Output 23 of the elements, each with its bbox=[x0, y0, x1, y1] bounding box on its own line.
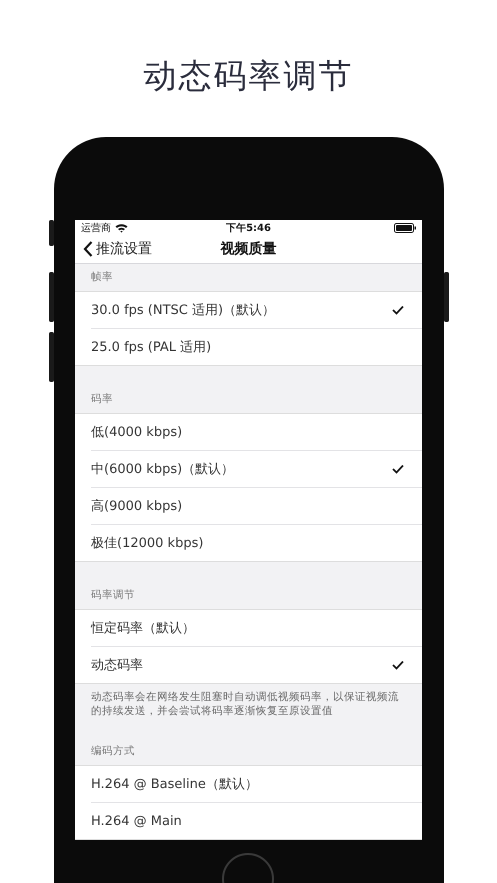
carrier: 运营商 bbox=[81, 222, 111, 235]
option-row[interactable]: 低(4000 kbps) bbox=[91, 414, 422, 451]
option-row[interactable]: 中(6000 kbps)（默认） bbox=[91, 450, 422, 488]
battery-icon bbox=[394, 222, 416, 233]
section-header: 码率调节 bbox=[90, 588, 136, 603]
option-row[interactable]: H.264 @ Baseline（默认） bbox=[91, 766, 422, 803]
section-header: 编码方式 bbox=[90, 744, 136, 759]
option-row[interactable]: 动态码率 bbox=[91, 646, 422, 683]
option-row[interactable]: 恒定码率（默认） bbox=[91, 610, 422, 647]
option-row[interactable]: 30.0 fps (NTSC 适用)（默认） bbox=[91, 292, 422, 329]
section-header: 码率 bbox=[90, 392, 114, 407]
chevron-left-icon bbox=[83, 241, 93, 258]
wifi-icon bbox=[115, 222, 128, 233]
section-footer: 动态码率会在网络发生阻塞时自动调低视频码率，以保证视频流的持续发送，并会尝试将码率逐渐恢复至原设置值 bbox=[75, 684, 422, 718]
option-row[interactable]: H.264 @ Main bbox=[91, 803, 422, 839]
option-row[interactable]: 25.0 fps (PAL 适用) bbox=[91, 328, 422, 365]
back-button[interactable]: 推流设置 bbox=[75, 240, 160, 258]
section-header: 帧率 bbox=[90, 270, 114, 285]
option-row[interactable]: 高(9000 kbps) bbox=[91, 488, 422, 525]
option-row[interactable]: 极佳(12000 kbps) bbox=[91, 524, 422, 561]
status-time: 下午5:46 bbox=[226, 222, 271, 235]
headline: 动态码率调节 bbox=[144, 55, 354, 97]
nav-title: 视频质量 bbox=[220, 240, 276, 258]
